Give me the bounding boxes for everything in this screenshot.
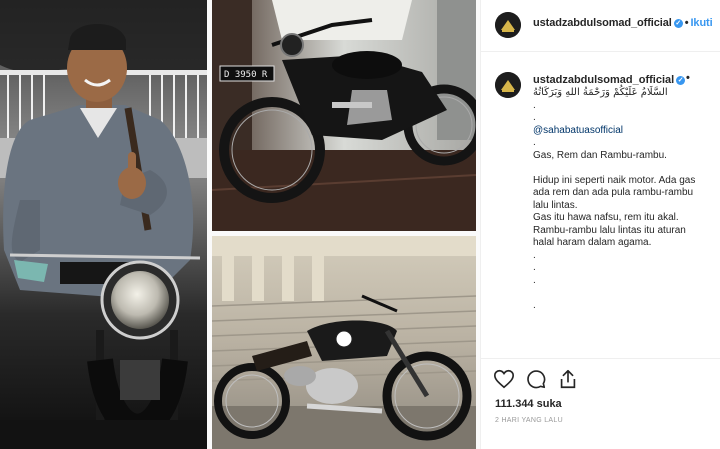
caption-line: . — [533, 299, 536, 311]
caption-username-link[interactable]: ustadzabdulsomad_official — [533, 74, 674, 86]
photo-bmw-concept-motorcycle — [212, 236, 476, 449]
photo-man-on-motorcycle — [0, 0, 207, 449]
caption-line: Gas itu hawa nafsu, rem itu akal. — [533, 212, 679, 223]
caption-line: Gas, Rem dan Rambu-rambu. — [533, 149, 667, 161]
caption-username-line: ustadzabdulsomad_official ✓ — [533, 74, 686, 86]
caption-line: halal haram dalam agama. — [533, 237, 652, 248]
caption-line: . — [533, 274, 536, 286]
caption-mention-link[interactable]: @sahabatuasofficial — [533, 125, 720, 138]
username-link[interactable]: ustadzabdulsomad_official — [533, 17, 672, 29]
post-media[interactable]: D 3950 R — [0, 0, 480, 449]
follow-button[interactable]: Ikuti — [690, 17, 712, 29]
heart-icon[interactable] — [493, 368, 515, 390]
verified-icon: ✓ — [673, 19, 683, 28]
avatar[interactable] — [495, 12, 521, 38]
caption-line: . — [533, 262, 536, 273]
caption-gap — [533, 287, 720, 300]
caption-line: . — [533, 137, 536, 148]
caption-avatar[interactable] — [495, 72, 521, 98]
caption-line: . — [533, 112, 536, 123]
caption-text: السَّلَامُ عَلَيْكُمْ وَرَحْمَةُ اللهِ و… — [533, 87, 720, 312]
caption-line: Rambu-rambu lalu lintas itu aturan — [533, 224, 686, 236]
caption-line: . — [533, 99, 536, 111]
comment-icon[interactable] — [525, 368, 547, 390]
caption-gap — [533, 162, 720, 175]
license-plate-text: D 3950 R — [224, 70, 268, 80]
share-icon[interactable] — [557, 368, 579, 390]
caption-line: ada rem dan ada pula rambu-rambu — [533, 187, 694, 198]
caption-line: lalu lintas. — [533, 199, 578, 211]
post-timestamp[interactable]: 2 HARI YANG LALU — [495, 417, 563, 424]
caption-line: السَّلَامُ عَلَيْكُمْ وَرَحْمَةُ اللهِ و… — [533, 87, 668, 98]
likes-count[interactable]: 111.344 suka — [495, 398, 562, 410]
more-options-icon[interactable]: • — [686, 72, 690, 84]
post-header: ustadzabdulsomad_official ✓ • Ikuti — [481, 0, 720, 52]
caption-line: . — [533, 249, 536, 261]
header-user-line: ustadzabdulsomad_official ✓ • Ikuti — [533, 17, 713, 29]
separator-dot: • — [684, 17, 689, 29]
caption-area: ustadzabdulsomad_official ✓ • السَّلَامُ … — [481, 53, 720, 358]
caption-line: Hidup ini seperti naik motor. Ada gas — [533, 174, 696, 186]
post-sidebar: ustadzabdulsomad_official ✓ • Ikuti ustadza… — [480, 0, 720, 449]
photo-motorcycle-indoor: D 3950 R — [212, 0, 476, 231]
verified-icon: ✓ — [676, 76, 686, 85]
post-actions: 111.344 suka 2 HARI YANG LALU — [481, 358, 720, 448]
